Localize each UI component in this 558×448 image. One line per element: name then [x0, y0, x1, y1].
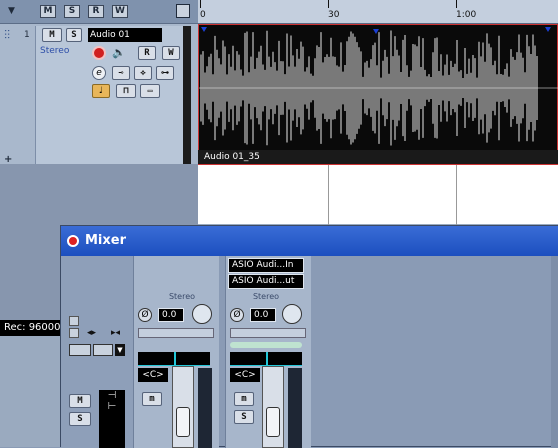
- dropdown-arrow-icon[interactable]: ▼: [8, 6, 15, 16]
- mixer-app-icon: [67, 235, 79, 247]
- global-solo-button[interactable]: S: [69, 412, 91, 426]
- lanes-icon[interactable]: ▭: [140, 84, 160, 98]
- mixer-channel-2: ASIO Audi...In ASIO Audi...ut Stereo Ø 0…: [225, 256, 311, 448]
- pan-position-marker: [266, 352, 268, 366]
- phase-invert-icon[interactable]: Ø: [138, 308, 152, 322]
- mixer-channel-1: Stereo Ø 0.0 <C> m: [133, 256, 219, 448]
- sends-bypass-icon[interactable]: ⊶: [156, 66, 174, 80]
- narrow-channels-icon[interactable]: ◂▸: [87, 328, 96, 338]
- level-meter: [198, 368, 212, 448]
- volume-fader-track[interactable]: [172, 366, 194, 448]
- collapse-icon[interactable]: [69, 316, 79, 326]
- input-gain-value[interactable]: 0.0: [250, 308, 276, 322]
- channel-mute-button[interactable]: m: [142, 392, 162, 406]
- pan-value[interactable]: <C>: [230, 368, 260, 382]
- audio-event-waveform[interactable]: [198, 24, 558, 152]
- ruler-mark: [328, 0, 329, 8]
- pan-value[interactable]: <C>: [138, 368, 168, 382]
- musical-time-icon[interactable]: ♩: [92, 84, 110, 98]
- mixer-common-panel: ◂▸ ▸◂ ▼ M S ⊣ ⊢: [61, 256, 133, 448]
- pan-position-marker: [174, 352, 176, 366]
- pan-mode-selector[interactable]: [138, 328, 214, 338]
- expand-icon[interactable]: [69, 328, 79, 338]
- lock-icon[interactable]: ⊓: [116, 84, 136, 98]
- track-name-field[interactable]: Audio 01: [88, 28, 162, 42]
- wide-channels-icon[interactable]: ▸◂: [111, 328, 120, 338]
- monitor-speaker-icon[interactable]: 🔈: [112, 46, 126, 59]
- mixer-scroll-edge[interactable]: [551, 256, 558, 448]
- global-mute-button[interactable]: M: [40, 5, 56, 18]
- edit-channel-button[interactable]: e: [92, 66, 106, 80]
- track-mute-button[interactable]: M: [42, 28, 62, 42]
- track-solo-button[interactable]: S: [66, 28, 82, 42]
- channel-mute-button[interactable]: m: [234, 392, 254, 406]
- channel-stereo-label: Stereo: [252, 292, 280, 301]
- waveform-icon: ⫶⫶: [4, 28, 11, 42]
- global-mute-button[interactable]: M: [69, 394, 91, 408]
- track-number: 1: [24, 30, 30, 40]
- channel-color-strip: [230, 342, 302, 348]
- mixer-title-bar[interactable]: Mixer: [61, 226, 558, 256]
- automation-panel[interactable]: ⊣ ⊢: [99, 390, 125, 448]
- timeline-ruler[interactable]: 0 30 1:00: [198, 0, 558, 24]
- output-routing-field[interactable]: ASIO Audi...ut: [228, 274, 304, 289]
- pan-display[interactable]: [138, 352, 210, 366]
- write-automation-button[interactable]: W: [162, 46, 180, 60]
- track-toolbar: ▼ M S R W: [0, 0, 198, 24]
- record-enable-button[interactable]: [92, 46, 106, 60]
- grid-line: [456, 165, 457, 225]
- phase-invert-icon[interactable]: Ø: [230, 308, 244, 322]
- audio-part-label: Audio 01_35: [198, 150, 558, 164]
- ruler-mark: [456, 0, 457, 8]
- ruler-tick-30: 30: [328, 10, 340, 20]
- global-solo-button[interactable]: S: [64, 5, 80, 18]
- arrange-area-empty[interactable]: [198, 164, 558, 225]
- global-write-button[interactable]: W: [112, 5, 128, 18]
- track-header: M S Audio 01 Stereo 🔈 R W e ⊸ ⟡ ⊶ ♩ ⊓ ▭: [35, 26, 185, 164]
- track-level-meter: [183, 26, 191, 164]
- eq-bypass-icon[interactable]: ⟡: [134, 66, 152, 80]
- read-automation-button[interactable]: R: [138, 46, 156, 60]
- channel-type-label: Stereo: [40, 46, 70, 56]
- waveform-graphic: [199, 27, 558, 146]
- ruler-mark: [200, 0, 201, 8]
- view-sets-icon[interactable]: [69, 344, 91, 356]
- insert-bypass-icon[interactable]: ⊸: [112, 66, 130, 80]
- gain-knob[interactable]: [192, 304, 212, 324]
- store-view-icon[interactable]: [93, 344, 113, 356]
- level-meter: [288, 368, 302, 448]
- gain-knob[interactable]: [282, 304, 302, 324]
- volume-fader-track[interactable]: [262, 366, 284, 448]
- input-gain-value[interactable]: 0.0: [158, 308, 184, 322]
- pan-mode-selector[interactable]: [230, 328, 306, 338]
- view-menu-arrow-icon[interactable]: ▼: [115, 344, 125, 356]
- pan-display[interactable]: [230, 352, 302, 366]
- channel-solo-button[interactable]: S: [234, 410, 254, 424]
- mixer-title: Mixer: [85, 233, 127, 248]
- global-read-button[interactable]: R: [88, 5, 104, 18]
- channel-stereo-label: Stereo: [168, 292, 196, 301]
- input-routing-field[interactable]: ASIO Audi...In: [228, 258, 304, 273]
- ruler-tick-1-00: 1:00: [456, 10, 477, 20]
- mixer-window: Mixer ◂▸ ▸◂ ▼ M S ⊣ ⊢ Stereo Ø 0.0 <C> m …: [60, 225, 558, 448]
- add-track-button[interactable]: +: [4, 154, 12, 165]
- volume-fader-handle[interactable]: [266, 407, 280, 437]
- ruler-tick-0: 0: [200, 10, 206, 20]
- grid-line: [328, 165, 329, 225]
- window-toggle-button[interactable]: [176, 4, 190, 18]
- volume-fader-handle[interactable]: [176, 407, 190, 437]
